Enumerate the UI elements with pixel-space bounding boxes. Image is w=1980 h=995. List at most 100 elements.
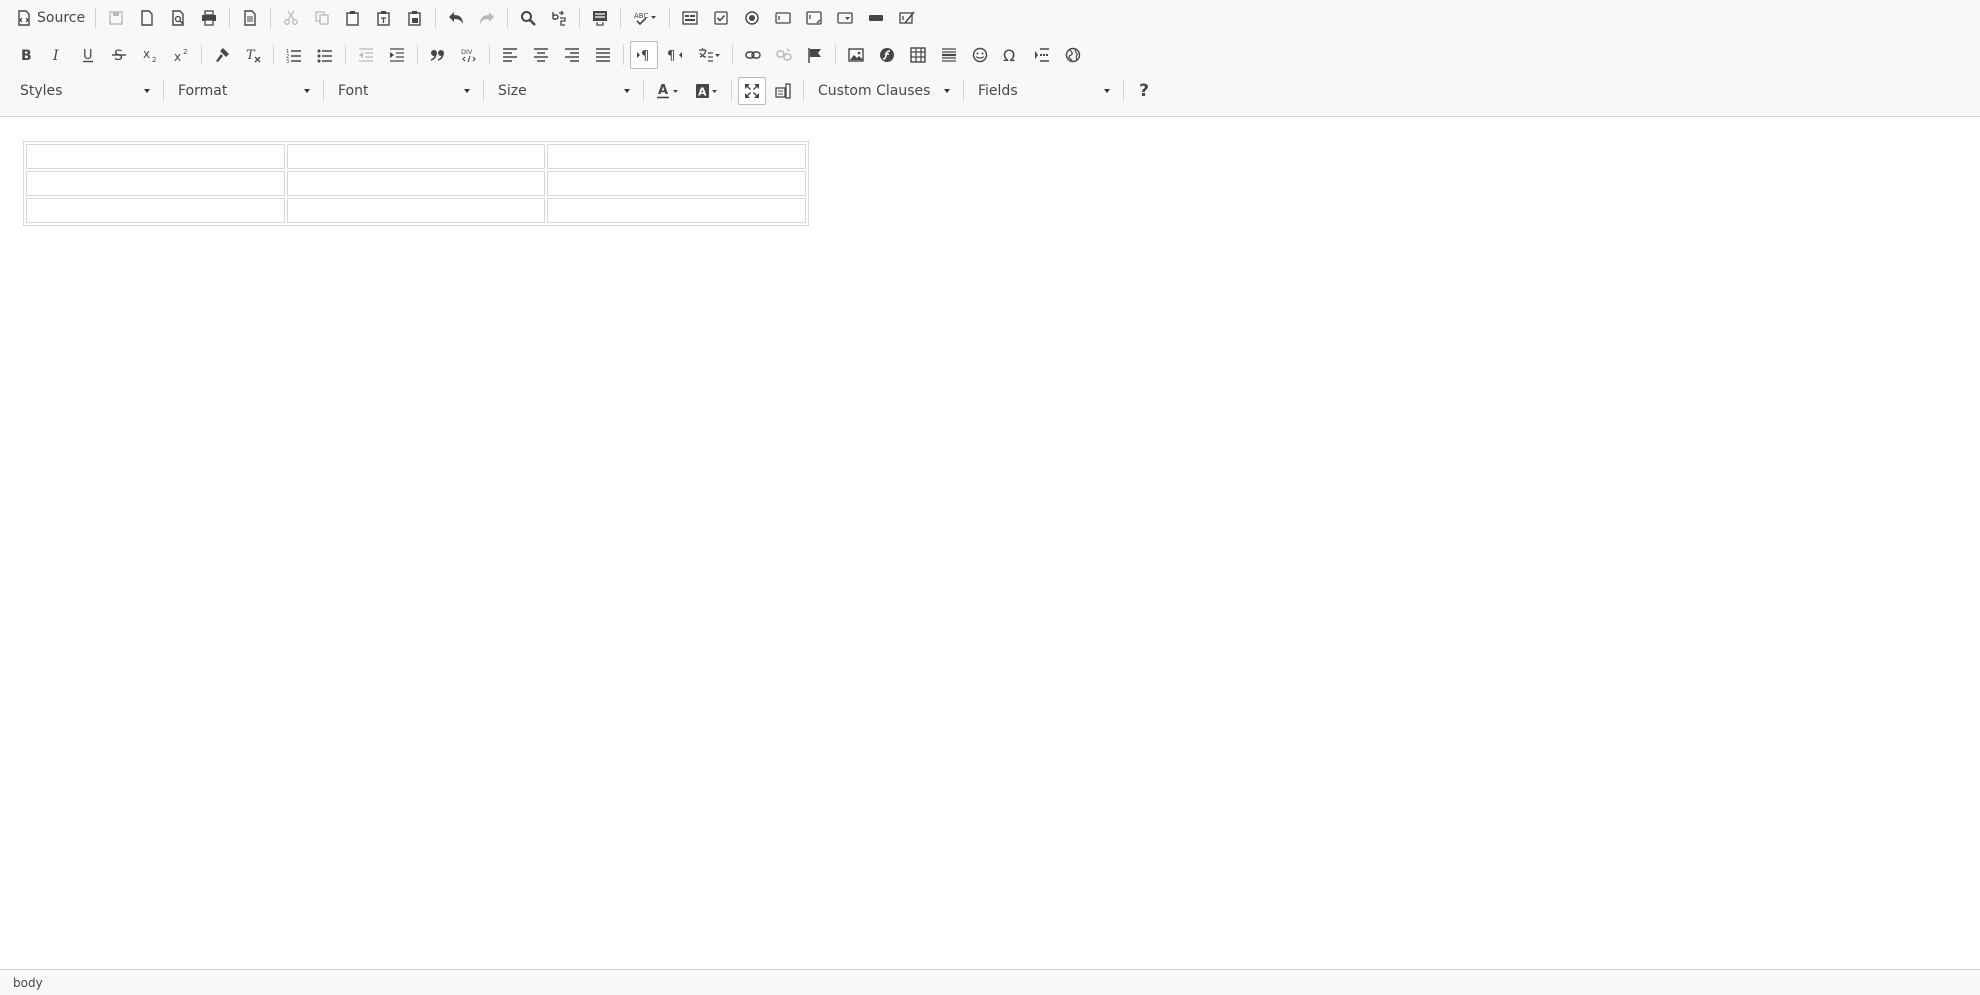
special-char-button[interactable]: Ω bbox=[997, 41, 1025, 69]
table-button[interactable] bbox=[904, 41, 932, 69]
table-cell[interactable] bbox=[286, 198, 546, 223]
ltr-button[interactable]: ¶ bbox=[630, 41, 658, 69]
numbered-list-button[interactable]: 123 bbox=[280, 41, 308, 69]
align-center-button[interactable] bbox=[527, 41, 555, 69]
show-blocks-icon bbox=[775, 83, 791, 99]
table-cell[interactable] bbox=[286, 144, 546, 169]
print-icon bbox=[202, 10, 217, 26]
chevron-down-icon bbox=[464, 89, 470, 93]
toolbar-separator bbox=[435, 8, 437, 28]
new-page-button[interactable] bbox=[133, 4, 161, 32]
bulleted-list-button[interactable] bbox=[311, 41, 339, 69]
paste-text-button[interactable] bbox=[370, 4, 398, 32]
horizontal-rule-button[interactable] bbox=[935, 41, 963, 69]
subscript-button[interactable]: x2 bbox=[136, 41, 164, 69]
div-icon: DIV bbox=[461, 48, 476, 63]
table-cell[interactable] bbox=[547, 144, 806, 169]
smiley-button[interactable] bbox=[966, 41, 994, 69]
find-button[interactable] bbox=[514, 4, 542, 32]
custom-clauses-combo-label: Custom Clauses bbox=[818, 83, 931, 99]
globe-icon bbox=[1065, 47, 1081, 63]
toolbar-separator bbox=[623, 45, 624, 65]
background-color-button[interactable]: A bbox=[689, 77, 725, 105]
text-field-button[interactable] bbox=[769, 4, 797, 32]
svg-text:¶: ¶ bbox=[641, 49, 649, 63]
redo-icon bbox=[480, 12, 495, 24]
fields-combo[interactable]: Fields bbox=[970, 78, 1116, 104]
undo-button[interactable] bbox=[442, 4, 470, 32]
replace-button[interactable] bbox=[545, 4, 573, 32]
justify-button[interactable] bbox=[589, 41, 617, 69]
textarea-button[interactable] bbox=[800, 4, 828, 32]
anchor-button[interactable] bbox=[801, 41, 829, 69]
remove-format-button[interactable]: T bbox=[239, 41, 267, 69]
bold-button[interactable]: B bbox=[12, 41, 40, 69]
print-button[interactable] bbox=[195, 4, 223, 32]
styles-combo[interactable]: Styles bbox=[12, 78, 156, 104]
flash-button[interactable] bbox=[873, 41, 901, 69]
table-cell[interactable] bbox=[26, 144, 285, 169]
element-path[interactable]: body bbox=[13, 976, 43, 990]
cut-button[interactable] bbox=[277, 4, 305, 32]
unlink-button[interactable] bbox=[770, 41, 798, 69]
button-field-button[interactable] bbox=[862, 4, 890, 32]
align-right-button[interactable] bbox=[558, 41, 586, 69]
paste-word-button[interactable] bbox=[401, 4, 429, 32]
redo-button[interactable] bbox=[473, 4, 501, 32]
source-button[interactable]: Source bbox=[12, 4, 89, 32]
table-cell[interactable] bbox=[547, 171, 806, 196]
rtl-button[interactable]: ¶ bbox=[661, 41, 689, 69]
search-icon bbox=[521, 11, 536, 26]
select-field-button[interactable] bbox=[831, 4, 859, 32]
language-button[interactable] bbox=[692, 41, 726, 69]
custom-clauses-combo[interactable]: Custom Clauses bbox=[810, 78, 956, 104]
paste-button[interactable] bbox=[339, 4, 367, 32]
outdent-button[interactable] bbox=[352, 41, 380, 69]
svg-text:A: A bbox=[698, 86, 707, 99]
preview-button[interactable] bbox=[164, 4, 192, 32]
templates-button[interactable] bbox=[236, 4, 264, 32]
indent-button[interactable] bbox=[383, 41, 411, 69]
table-cell[interactable] bbox=[286, 171, 546, 196]
show-blocks-button[interactable] bbox=[769, 77, 797, 105]
superscript-button[interactable]: x2 bbox=[167, 41, 195, 69]
blockquote-button[interactable] bbox=[424, 41, 452, 69]
editor-content-area[interactable] bbox=[0, 117, 1980, 969]
italic-icon: I bbox=[52, 48, 59, 63]
table-cell[interactable] bbox=[26, 198, 285, 223]
iframe-button[interactable] bbox=[1059, 41, 1087, 69]
copy-button[interactable] bbox=[308, 4, 336, 32]
size-combo[interactable]: Size bbox=[490, 78, 636, 104]
undo-icon bbox=[449, 12, 464, 24]
font-combo[interactable]: Font bbox=[330, 78, 476, 104]
select-all-button[interactable] bbox=[586, 4, 614, 32]
strike-button[interactable]: S bbox=[105, 41, 133, 69]
help-button[interactable]: ? bbox=[1130, 77, 1158, 105]
maximize-button[interactable] bbox=[738, 77, 766, 105]
spellcheck-button[interactable]: ABC bbox=[627, 4, 663, 32]
chevron-down-icon bbox=[944, 89, 950, 93]
table-cell[interactable] bbox=[547, 198, 806, 223]
align-left-button[interactable] bbox=[496, 41, 524, 69]
format-combo[interactable]: Format bbox=[170, 78, 316, 104]
checkbox-icon bbox=[714, 11, 728, 25]
toolbar-separator bbox=[345, 45, 346, 65]
checkbox-button[interactable] bbox=[707, 4, 735, 32]
link-button[interactable] bbox=[739, 41, 767, 69]
create-div-button[interactable]: DIV bbox=[455, 41, 483, 69]
form-button[interactable] bbox=[676, 4, 704, 32]
image-button-field-button[interactable] bbox=[893, 4, 921, 32]
svg-text:Ω: Ω bbox=[1003, 47, 1015, 63]
image-icon bbox=[848, 48, 864, 62]
save-button[interactable] bbox=[102, 4, 130, 32]
page-break-button[interactable] bbox=[1028, 41, 1056, 69]
select-field-icon bbox=[837, 12, 853, 24]
italic-button[interactable]: I bbox=[43, 41, 71, 69]
table-cell[interactable] bbox=[26, 171, 285, 196]
copy-formatting-button[interactable] bbox=[208, 41, 236, 69]
underline-button[interactable]: U bbox=[74, 41, 102, 69]
text-color-button[interactable]: A bbox=[650, 77, 686, 105]
content-table[interactable] bbox=[23, 141, 809, 226]
radio-button[interactable] bbox=[738, 4, 766, 32]
image-button[interactable] bbox=[842, 41, 870, 69]
